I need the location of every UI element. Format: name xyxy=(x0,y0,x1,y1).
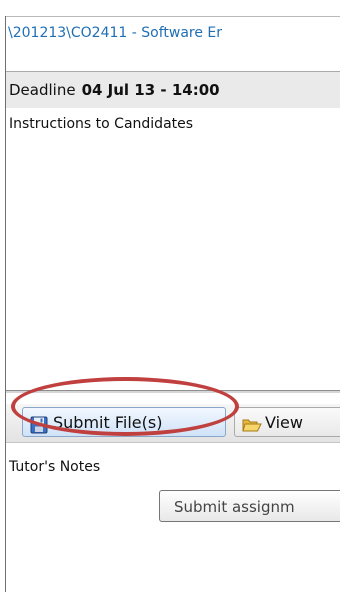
submit-files-label: Submit File(s) xyxy=(53,413,163,432)
deadline-bar: Deadline 04 Jul 13 - 14:00 xyxy=(6,71,340,109)
assignment-path-text: \201213\CO2411 - Software Er xyxy=(8,25,223,41)
assignment-path: \201213\CO2411 - Software Er xyxy=(6,16,340,50)
submit-tooltip: Submit assignm xyxy=(159,490,340,522)
submit-files-button[interactable]: Submit File(s) xyxy=(22,407,226,437)
submit-tooltip-text: Submit assignm xyxy=(174,498,295,516)
folder-open-icon xyxy=(242,414,262,444)
floppy-disk-icon xyxy=(30,414,48,444)
deadline-value: 04 Jul 13 - 14:00 xyxy=(81,81,220,99)
splitter[interactable] xyxy=(6,390,340,393)
view-label: View xyxy=(265,413,303,432)
toolbar: Submit File(s) View xyxy=(6,404,340,443)
view-button[interactable]: View xyxy=(234,407,340,437)
instructions-panel: Instructions to Candidates xyxy=(6,108,340,390)
instructions-title: Instructions to Candidates xyxy=(9,116,194,132)
tutors-notes-title: Tutor's Notes xyxy=(9,459,101,475)
deadline-label: Deadline xyxy=(9,81,76,99)
